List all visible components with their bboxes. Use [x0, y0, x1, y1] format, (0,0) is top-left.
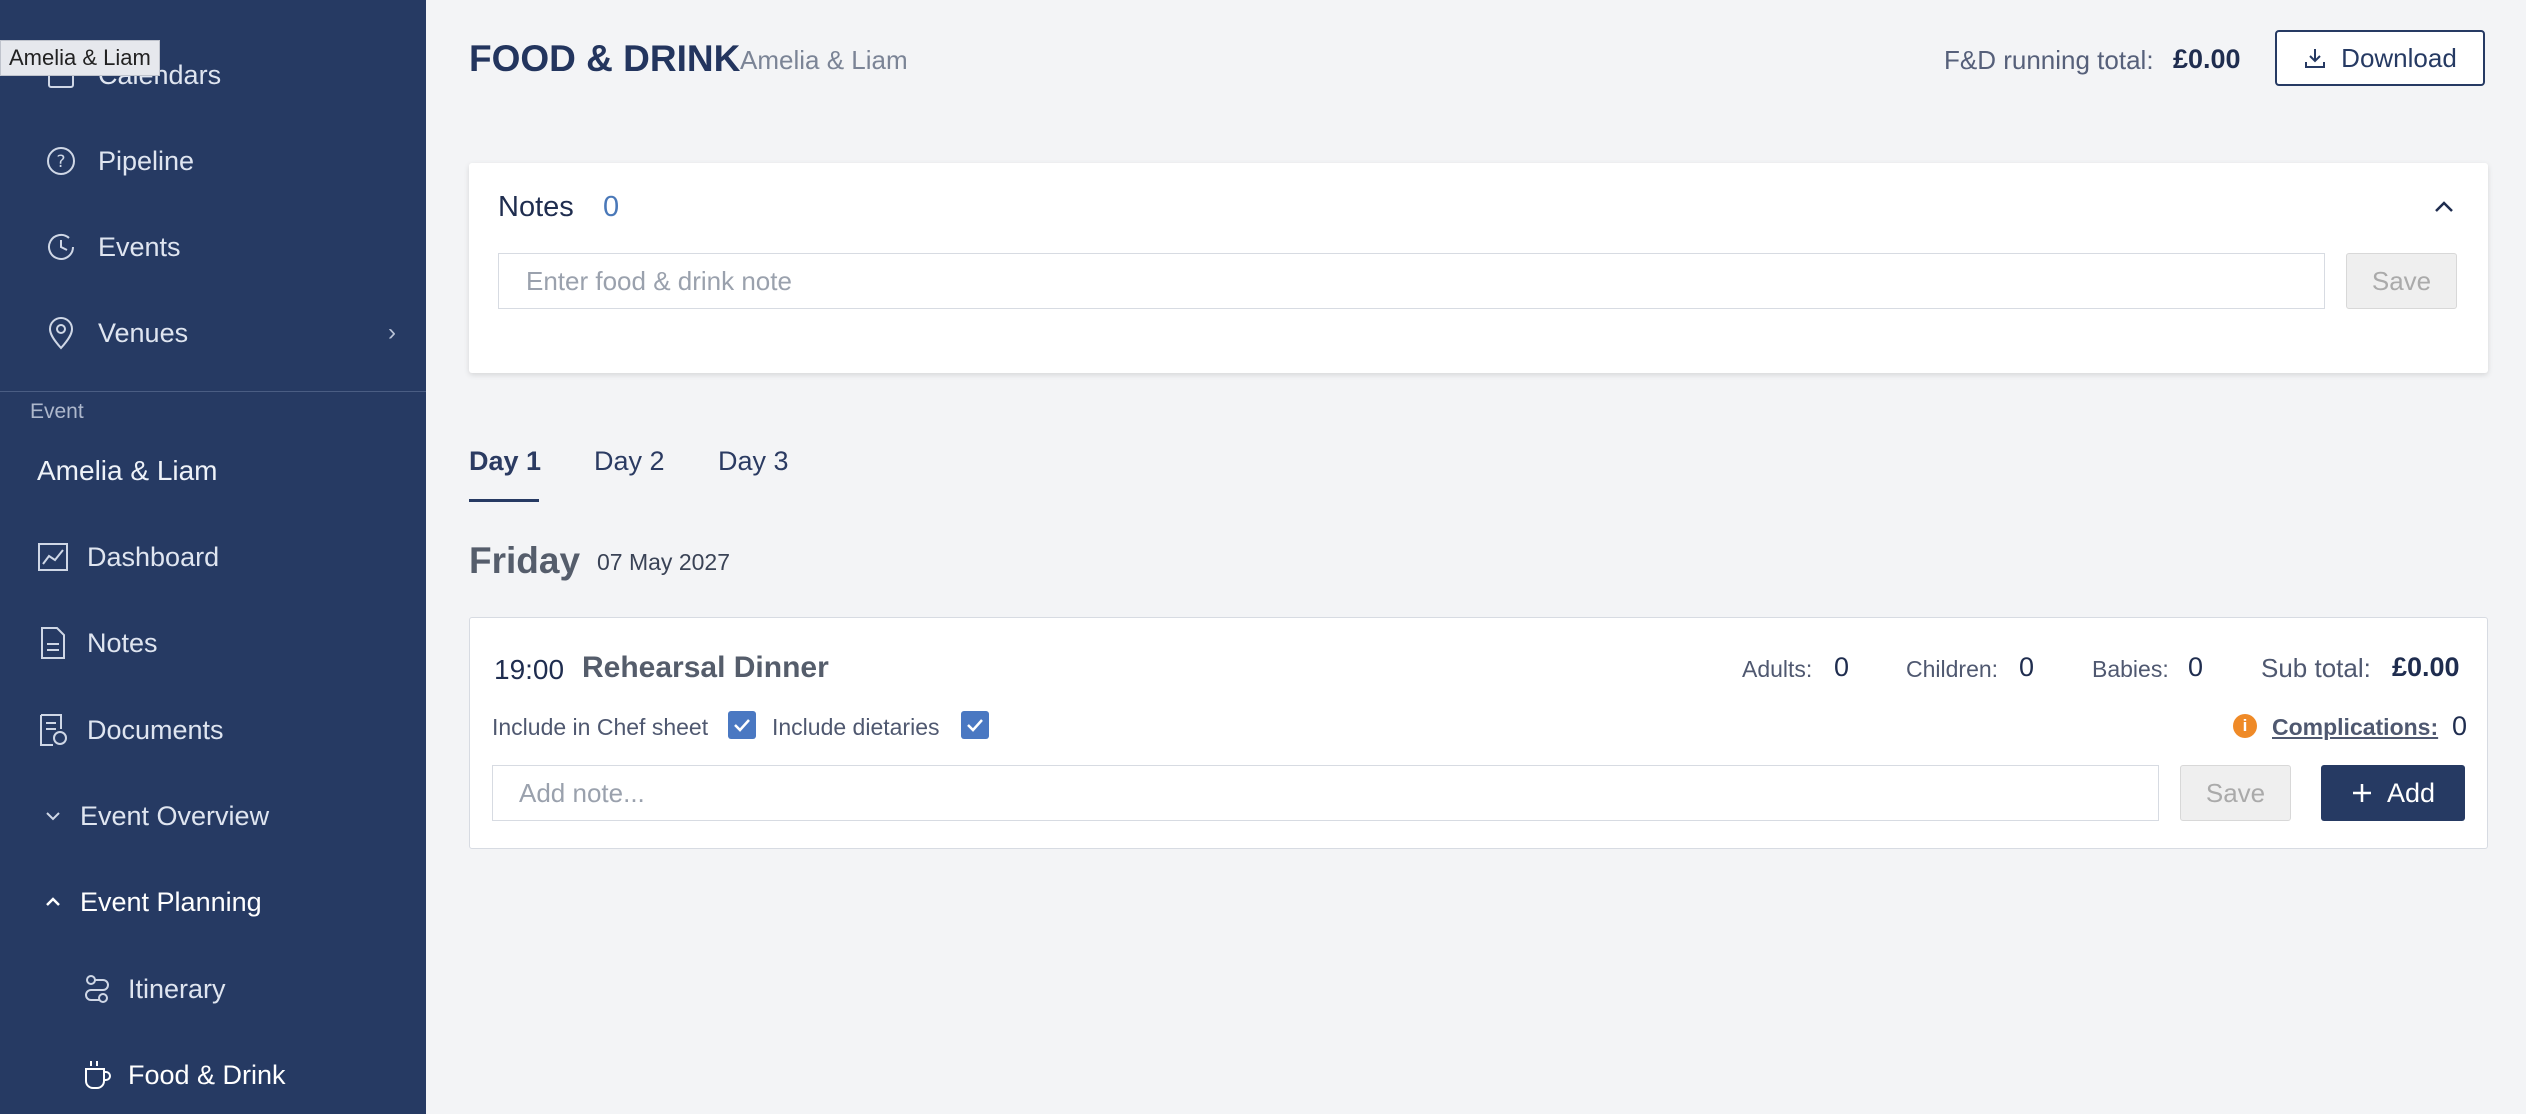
- document-check-icon: [36, 713, 70, 747]
- running-total-label: F&D running total:: [1944, 45, 2154, 75]
- notes-count: 0: [603, 191, 620, 223]
- sidebar-item-itinerary[interactable]: Itinerary: [0, 959, 426, 1019]
- children-label: Children:: [1906, 656, 1999, 682]
- add-label: Add: [2386, 777, 2436, 808]
- day-date: 07 May 2027: [597, 549, 730, 575]
- event-name: Rehearsal Dinner: [582, 651, 829, 684]
- sidebar-item-label: Dashboard: [87, 541, 220, 572]
- chevron-right-icon: ›: [388, 319, 396, 346]
- chevron-down-icon: [36, 799, 70, 833]
- babies-label: Babies:: [2092, 656, 2169, 682]
- download-label: Download: [2341, 42, 2457, 73]
- page-subtitle: Amelia & Liam: [740, 45, 908, 75]
- babies-value: 0: [2188, 652, 2204, 682]
- children-value: 0: [2019, 652, 2035, 682]
- sidebar-item-label: Pipeline: [98, 145, 195, 176]
- sidebar-item-label: Events: [98, 231, 181, 262]
- info-warning-icon: i: [2233, 714, 2257, 738]
- notes-save-button[interactable]: Save: [2346, 253, 2457, 309]
- download-icon: [2303, 46, 2327, 70]
- sidebar-item-pipeline[interactable]: ? Pipeline: [0, 131, 426, 191]
- sidebar-item-label: Venues: [98, 317, 189, 348]
- sidebar-divider: [0, 391, 426, 392]
- sidebar-section-label: Event: [30, 400, 84, 423]
- sidebar-group-event-planning[interactable]: Event Planning: [0, 872, 426, 932]
- map-pin-icon: [44, 316, 78, 350]
- sidebar-item-notes[interactable]: Notes: [0, 613, 426, 673]
- sidebar-item-dashboard[interactable]: Dashboard: [0, 527, 426, 587]
- adults-value: 0: [1834, 652, 1850, 682]
- running-total-value: £0.00: [2173, 44, 2241, 74]
- complications-link[interactable]: Complications:: [2272, 714, 2438, 741]
- chevron-up-icon[interactable]: [2430, 193, 2458, 221]
- complications-value: 0: [2452, 711, 2468, 741]
- page-title: FOOD & DRINK: [469, 38, 741, 79]
- sidebar-item-events[interactable]: Events: [0, 217, 426, 277]
- sidebar-item-food-drink[interactable]: Food & Drink: [0, 1045, 426, 1105]
- document-icon: [36, 626, 70, 660]
- active-tab-indicator: [469, 499, 539, 502]
- sidebar-item-venues[interactable]: Venues ›: [0, 303, 426, 363]
- event-tooltip: Amelia & Liam: [0, 40, 160, 76]
- sidebar-group-label: Event Planning: [80, 886, 262, 917]
- sidebar-item-label: Itinerary: [128, 973, 226, 1004]
- event-time: 19:00: [494, 654, 565, 685]
- day-name: Friday: [469, 540, 581, 581]
- coffee-cup-icon: [80, 1058, 114, 1092]
- add-button[interactable]: Add: [2321, 765, 2465, 821]
- sidebar-item-label: Notes: [87, 627, 158, 658]
- plus-icon: [2351, 782, 2373, 804]
- event-save-button[interactable]: Save: [2180, 765, 2291, 821]
- svg-text:?: ?: [56, 152, 65, 172]
- sidebar-item-label: Food & Drink: [128, 1059, 286, 1090]
- event-note-input[interactable]: Add note...: [492, 765, 2159, 821]
- dietaries-checkbox[interactable]: [961, 711, 989, 739]
- sidebar-event-name: Amelia & Liam: [37, 455, 218, 486]
- clock-history-icon: [44, 230, 78, 264]
- subtotal-label: Sub total:: [2261, 653, 2371, 683]
- subtotal-value: £0.00: [2392, 652, 2460, 682]
- sidebar-group-event-overview[interactable]: Event Overview: [0, 786, 426, 846]
- download-button[interactable]: Download: [2275, 30, 2485, 86]
- sidebar-item-label: Documents: [87, 714, 224, 745]
- chef-sheet-checkbox[interactable]: [728, 711, 756, 739]
- adults-label: Adults:: [1742, 656, 1813, 682]
- sidebar-group-label: Event Overview: [80, 800, 270, 831]
- sidebar: Amelia & Liam Calendars ? Pipeline Event…: [0, 0, 426, 1114]
- tab-day-2[interactable]: Day 2: [594, 446, 665, 477]
- notes-input[interactable]: Enter food & drink note: [498, 253, 2325, 309]
- chevron-up-icon: [36, 885, 70, 919]
- dietaries-label: Include dietaries: [772, 714, 940, 740]
- sidebar-item-documents[interactable]: Documents: [0, 700, 426, 760]
- question-circle-icon: ?: [44, 144, 78, 178]
- route-icon: [80, 972, 114, 1006]
- event-card: 19:00 Rehearsal Dinner Adults: 0 Childre…: [469, 617, 2488, 849]
- tab-day-1[interactable]: Day 1: [469, 446, 541, 477]
- chef-sheet-label: Include in Chef sheet: [492, 714, 709, 740]
- tab-day-3[interactable]: Day 3: [718, 446, 789, 477]
- notes-card: Notes 0 Enter food & drink note Save: [469, 163, 2488, 373]
- notes-title: Notes: [498, 191, 574, 223]
- chart-line-icon: [36, 540, 70, 574]
